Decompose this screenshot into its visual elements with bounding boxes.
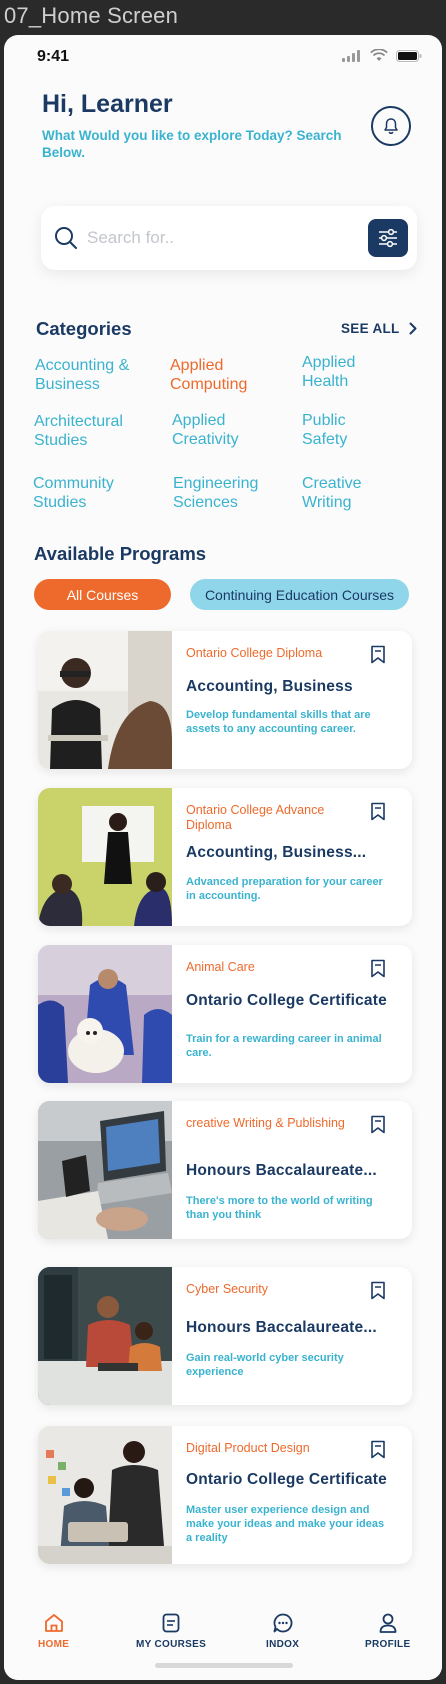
program-card[interactable]: Ontario College Advance Diploma Accounti… [38,788,412,926]
program-card[interactable]: Animal Care Ontario College Certificate … [38,945,412,1083]
battery-icon [396,49,422,62]
program-category: Ontario College Advance Diploma [186,803,325,832]
program-category: Animal Care [186,960,255,974]
program-category: Cyber Security [186,1282,268,1296]
bookmark-icon[interactable] [370,1281,386,1300]
program-image [38,1101,172,1239]
program-category: Digital Product Design [186,1441,310,1455]
phone-screen: 9:41 Hi, Learner What Would you like to … [4,35,442,1680]
greeting-title: Hi, Learner [42,90,173,118]
category-applied-creativity[interactable]: Applied Creativity [172,411,282,449]
see-all-label: SEE ALL [341,321,400,336]
filter-button[interactable] [368,219,408,257]
program-title: Accounting, Business [186,678,353,695]
nav-home[interactable]: HOME [38,1612,69,1650]
nav-my-courses-label: MY COURSES [136,1639,207,1650]
program-image [38,1267,172,1405]
program-image [38,788,172,926]
category-community-studies[interactable]: Community Studies [33,474,143,512]
program-card[interactable]: Digital Product Design Ontario College C… [38,1426,412,1564]
category-applied-health[interactable]: Applied Health [302,353,392,391]
nav-profile-label: PROFILE [365,1639,411,1650]
nav-profile[interactable]: PROFILE [365,1612,410,1650]
program-title: Accounting, Business... [186,844,367,861]
program-description: Gain real-world cyber security experienc… [186,1352,344,1378]
nav-inbox[interactable]: INDOX [266,1612,299,1650]
bottom-nav: HOME MY COURSES INDOX PROFILE [4,1600,442,1680]
wifi-icon [370,49,388,61]
category-creative-writing[interactable]: Creative Writing [302,474,392,512]
program-title: Ontario College Certificate [186,992,387,1009]
category-applied-computing[interactable]: Applied Computing [170,356,300,394]
signal-icon [342,49,360,62]
see-all-link[interactable]: SEE ALL [341,321,417,336]
program-description: Master user experience design and make y… [186,1504,385,1544]
notifications-button[interactable] [371,106,411,146]
program-category: creative Writing & Publishing [186,1116,345,1130]
tab-all-courses[interactable]: All Courses [34,579,171,610]
tab-continuing-education[interactable]: Continuing Education Courses [190,579,409,610]
bookmark-icon[interactable] [370,1440,386,1459]
search-bar [41,206,417,270]
category-engineering-sciences[interactable]: Engineering Sciences [173,474,283,512]
program-card[interactable]: Cyber Security Honours Baccalaureate... … [38,1267,412,1405]
program-description: Develop fundamental skills that are asse… [186,709,371,735]
nav-inbox-label: INDOX [266,1639,300,1650]
nav-my-courses[interactable]: MY COURSES [136,1612,206,1650]
program-image [38,1426,172,1564]
bell-icon [384,118,398,134]
bookmark-icon[interactable] [370,959,386,978]
program-card[interactable]: Ontario College Diploma Accounting, Busi… [38,631,412,769]
chat-icon [273,1613,292,1633]
sliders-icon [379,228,397,248]
program-card[interactable]: creative Writing & Publishing Honours Ba… [38,1101,412,1239]
bookmark-icon[interactable] [370,802,386,821]
search-icon [55,227,77,249]
bookmark-icon[interactable] [370,645,386,664]
home-indicator [155,1663,293,1668]
program-description: There's more to the world of writing tha… [186,1195,373,1221]
bookmark-icon[interactable] [370,1115,386,1134]
search-input[interactable] [87,222,337,254]
program-description: Advanced preparation for your career in … [186,876,383,902]
chevron-right-icon [409,322,417,335]
program-description: Train for a rewarding career in animal c… [186,1033,382,1059]
program-title: Honours Baccalaureate... [186,1319,377,1336]
programs-title: Available Programs [34,543,207,564]
program-image [38,945,172,1083]
program-category: Ontario College Diploma [186,646,323,660]
status-icons [342,49,422,62]
category-public-safety[interactable]: Public Safety [302,411,372,449]
categories-title: Categories [36,318,132,339]
courses-icon [162,1613,180,1633]
home-icon [44,1614,63,1632]
program-title: Honours Baccalaureate... [186,1162,377,1179]
nav-home-label: HOME [38,1639,70,1650]
category-accounting-business[interactable]: Accounting & Business [35,356,165,394]
program-title: Ontario College Certificate [186,1471,387,1488]
greeting-subtitle: What Would you like to explore Today? Se… [42,128,342,160]
status-time: 9:41 [37,48,70,65]
frame-title: 07_Home Screen [4,3,179,28]
category-architectural-studies[interactable]: Architectural Studies [34,412,164,450]
profile-icon [379,1613,397,1633]
program-image [38,631,172,769]
